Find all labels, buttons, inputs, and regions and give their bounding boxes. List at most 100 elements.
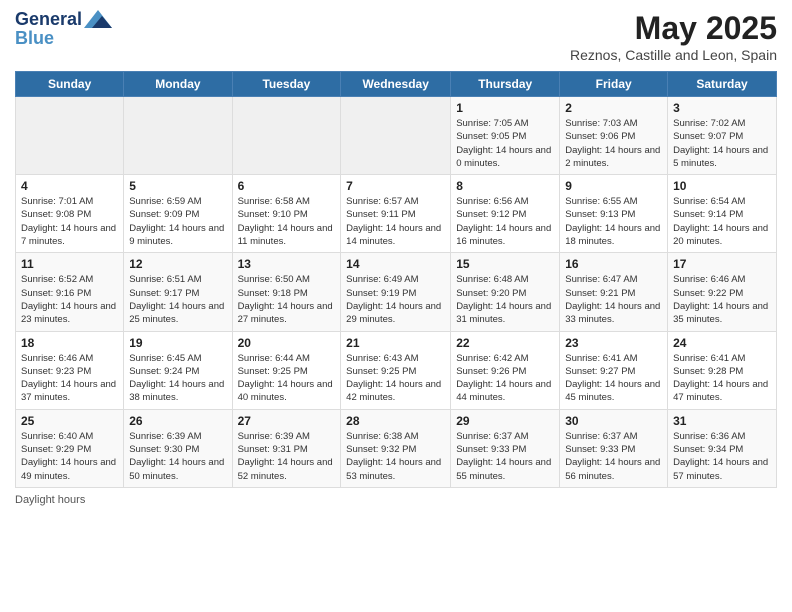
calendar-cell: 26 Sunrise: 6:39 AM Sunset: 9:30 PM Dayli… — [124, 409, 232, 487]
calendar-cell — [232, 97, 341, 175]
calendar-cell: 25 Sunrise: 6:40 AM Sunset: 9:29 PM Dayli… — [16, 409, 124, 487]
calendar-cell: 15Sunrise: 6:48 AM Sunset: 9:20 PM Dayli… — [451, 253, 560, 331]
calendar-header-wednesday: Wednesday — [341, 72, 451, 97]
day-number: 25 — [21, 414, 118, 428]
day-number: 31 — [673, 414, 771, 428]
day-info: Sunrise: 6:45 AM Sunset: 9:24 PM Dayligh… — [129, 352, 226, 405]
day-number: 4 — [21, 179, 118, 193]
day-info: Sunrise: 6:41 AM Sunset: 9:28 PM Dayligh… — [673, 352, 771, 405]
day-info: Sunrise: 7:05 AM Sunset: 9:05 PM Dayligh… — [456, 117, 554, 170]
calendar-cell: 12Sunrise: 6:51 AM Sunset: 9:17 PM Dayli… — [124, 253, 232, 331]
calendar-header-friday: Friday — [560, 72, 668, 97]
month-title: May 2025 — [570, 10, 777, 47]
day-info: Sunrise: 6:39 AM Sunset: 9:31 PM Dayligh… — [238, 430, 336, 483]
calendar-cell: 30Sunrise: 6:37 AM Sunset: 9:33 PM Dayli… — [560, 409, 668, 487]
day-info: Sunrise: 6:54 AM Sunset: 9:14 PM Dayligh… — [673, 195, 771, 248]
location-subtitle: Reznos, Castille and Leon, Spain — [570, 47, 777, 63]
day-number: 24 — [673, 336, 771, 350]
day-number: 1 — [456, 101, 554, 115]
day-number: 5 — [129, 179, 226, 193]
day-number: 10 — [673, 179, 771, 193]
day-number: 14 — [346, 257, 445, 271]
day-info: Sunrise: 6:59 AM Sunset: 9:09 PM Dayligh… — [129, 195, 226, 248]
day-number: 19 — [129, 336, 226, 350]
logo-icon — [84, 10, 112, 28]
day-number: 15 — [456, 257, 554, 271]
calendar-week-1: 1 Sunrise: 7:05 AM Sunset: 9:05 PM Daylig… — [16, 97, 777, 175]
day-info: Sunrise: 6:51 AM Sunset: 9:17 PM Dayligh… — [129, 273, 226, 326]
calendar-table: SundayMondayTuesdayWednesdayThursdayFrid… — [15, 71, 777, 488]
day-info: Sunrise: 6:46 AM Sunset: 9:22 PM Dayligh… — [673, 273, 771, 326]
day-number: 2 — [565, 101, 662, 115]
calendar-cell: 16 Sunrise: 6:47 AM Sunset: 9:21 PM Dayli… — [560, 253, 668, 331]
day-info: Sunrise: 6:55 AM Sunset: 9:13 PM Dayligh… — [565, 195, 662, 248]
day-info: Sunrise: 7:03 AM Sunset: 9:06 PM Dayligh… — [565, 117, 662, 170]
page-container: General Blue May 2025 Reznos, Castille a… — [0, 0, 792, 516]
day-number: 11 — [21, 257, 118, 271]
calendar-cell: 7 Sunrise: 6:57 AM Sunset: 9:11 PM Daylig… — [341, 175, 451, 253]
logo-blue: Blue — [15, 28, 112, 49]
day-number: 26 — [129, 414, 226, 428]
day-number: 30 — [565, 414, 662, 428]
title-area: May 2025 Reznos, Castille and Leon, Spai… — [570, 10, 777, 63]
day-number: 17 — [673, 257, 771, 271]
calendar-header-sunday: Sunday — [16, 72, 124, 97]
day-info: Sunrise: 6:43 AM Sunset: 9:25 PM Dayligh… — [346, 352, 445, 405]
calendar-cell: 27 Sunrise: 6:39 AM Sunset: 9:31 PM Dayli… — [232, 409, 341, 487]
calendar-cell — [341, 97, 451, 175]
day-info: Sunrise: 6:37 AM Sunset: 9:33 PM Dayligh… — [456, 430, 554, 483]
calendar-week-5: 25 Sunrise: 6:40 AM Sunset: 9:29 PM Dayli… — [16, 409, 777, 487]
calendar-cell: 2 Sunrise: 7:03 AM Sunset: 9:06 PM Daylig… — [560, 97, 668, 175]
day-number: 8 — [456, 179, 554, 193]
calendar-header-tuesday: Tuesday — [232, 72, 341, 97]
calendar-cell: 19 Sunrise: 6:45 AM Sunset: 9:24 PM Dayli… — [124, 331, 232, 409]
day-info: Sunrise: 6:47 AM Sunset: 9:21 PM Dayligh… — [565, 273, 662, 326]
calendar-cell: 24 Sunrise: 6:41 AM Sunset: 9:28 PM Dayli… — [668, 331, 777, 409]
calendar-cell: 9Sunrise: 6:55 AM Sunset: 9:13 PM Daylig… — [560, 175, 668, 253]
calendar-cell: 10 Sunrise: 6:54 AM Sunset: 9:14 PM Dayli… — [668, 175, 777, 253]
day-number: 7 — [346, 179, 445, 193]
day-info: Sunrise: 6:41 AM Sunset: 9:27 PM Dayligh… — [565, 352, 662, 405]
day-number: 6 — [238, 179, 336, 193]
calendar-week-2: 4 Sunrise: 7:01 AM Sunset: 9:08 PM Daylig… — [16, 175, 777, 253]
calendar-header-monday: Monday — [124, 72, 232, 97]
calendar-cell: 14 Sunrise: 6:49 AM Sunset: 9:19 PM Dayli… — [341, 253, 451, 331]
calendar-cell: 18 Sunrise: 6:46 AM Sunset: 9:23 PM Dayli… — [16, 331, 124, 409]
day-info: Sunrise: 6:40 AM Sunset: 9:29 PM Dayligh… — [21, 430, 118, 483]
calendar-cell: 8 Sunrise: 6:56 AM Sunset: 9:12 PM Daylig… — [451, 175, 560, 253]
day-number: 3 — [673, 101, 771, 115]
day-info: Sunrise: 6:50 AM Sunset: 9:18 PM Dayligh… — [238, 273, 336, 326]
day-number: 27 — [238, 414, 336, 428]
day-number: 18 — [21, 336, 118, 350]
calendar-cell: 23 Sunrise: 6:41 AM Sunset: 9:27 PM Dayli… — [560, 331, 668, 409]
calendar-header-saturday: Saturday — [668, 72, 777, 97]
calendar-header-row: SundayMondayTuesdayWednesdayThursdayFrid… — [16, 72, 777, 97]
day-number: 20 — [238, 336, 336, 350]
calendar-cell: 11 Sunrise: 6:52 AM Sunset: 9:16 PM Dayli… — [16, 253, 124, 331]
calendar-header-thursday: Thursday — [451, 72, 560, 97]
calendar-week-3: 11 Sunrise: 6:52 AM Sunset: 9:16 PM Dayli… — [16, 253, 777, 331]
day-number: 23 — [565, 336, 662, 350]
day-info: Sunrise: 6:36 AM Sunset: 9:34 PM Dayligh… — [673, 430, 771, 483]
calendar-cell: 13 Sunrise: 6:50 AM Sunset: 9:18 PM Dayli… — [232, 253, 341, 331]
logo: General Blue — [15, 10, 112, 49]
header: General Blue May 2025 Reznos, Castille a… — [15, 10, 777, 63]
day-info: Sunrise: 6:42 AM Sunset: 9:26 PM Dayligh… — [456, 352, 554, 405]
day-info: Sunrise: 6:46 AM Sunset: 9:23 PM Dayligh… — [21, 352, 118, 405]
day-info: Sunrise: 6:52 AM Sunset: 9:16 PM Dayligh… — [21, 273, 118, 326]
day-number: 21 — [346, 336, 445, 350]
day-info: Sunrise: 6:57 AM Sunset: 9:11 PM Dayligh… — [346, 195, 445, 248]
calendar-cell: 5 Sunrise: 6:59 AM Sunset: 9:09 PM Daylig… — [124, 175, 232, 253]
day-info: Sunrise: 6:49 AM Sunset: 9:19 PM Dayligh… — [346, 273, 445, 326]
day-info: Sunrise: 7:02 AM Sunset: 9:07 PM Dayligh… — [673, 117, 771, 170]
day-info: Sunrise: 7:01 AM Sunset: 9:08 PM Dayligh… — [21, 195, 118, 248]
day-number: 16 — [565, 257, 662, 271]
day-info: Sunrise: 6:56 AM Sunset: 9:12 PM Dayligh… — [456, 195, 554, 248]
calendar-cell: 17 Sunrise: 6:46 AM Sunset: 9:22 PM Dayli… — [668, 253, 777, 331]
calendar-cell: 22Sunrise: 6:42 AM Sunset: 9:26 PM Dayli… — [451, 331, 560, 409]
day-info: Sunrise: 6:38 AM Sunset: 9:32 PM Dayligh… — [346, 430, 445, 483]
footer-note: Daylight hours — [15, 494, 777, 506]
day-number: 13 — [238, 257, 336, 271]
calendar-cell: 31 Sunrise: 6:36 AM Sunset: 9:34 PM Dayli… — [668, 409, 777, 487]
day-info: Sunrise: 6:39 AM Sunset: 9:30 PM Dayligh… — [129, 430, 226, 483]
